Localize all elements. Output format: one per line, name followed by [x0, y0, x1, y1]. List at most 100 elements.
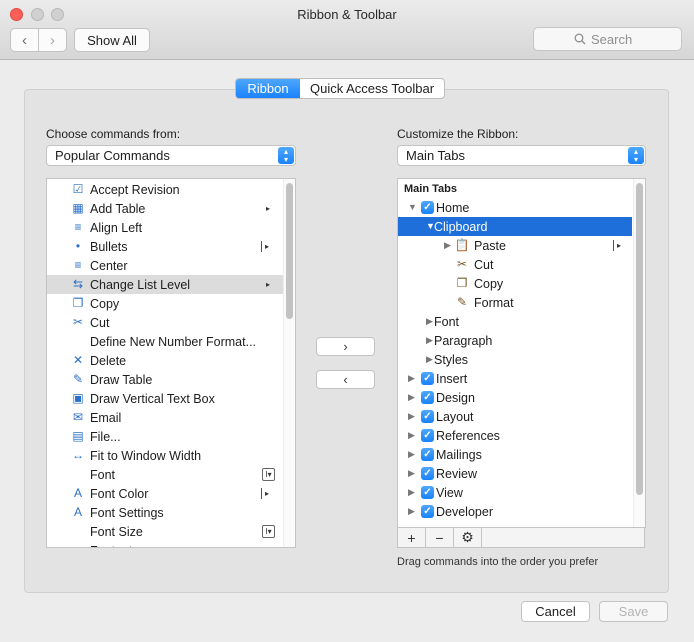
ribbon-tree-item[interactable]: ▶ ✓ Mailings	[398, 445, 632, 464]
tab-ribbon[interactable]: Ribbon	[236, 79, 300, 98]
command-list-item[interactable]: ≡ Center	[47, 256, 283, 275]
commands-list[interactable]: ☑ Accept Revision ▦ Add Table ▸ ≡ Align Left • B…	[46, 178, 296, 548]
ribbon-scroll-thumb[interactable]	[636, 183, 643, 495]
ribbon-tree-item[interactable]: ▼ Clipboard	[398, 217, 632, 236]
checkbox[interactable]: ✓	[421, 467, 434, 480]
ribbon-tree-item[interactable]: ▶ ✓ Review	[398, 464, 632, 483]
back-button[interactable]: ‹	[10, 28, 39, 52]
ribbon-tree-item[interactable]: ▼ ✓ Home	[398, 198, 632, 217]
command-list-item[interactable]: ▣ Draw Vertical Text Box	[47, 389, 283, 408]
disclosure-right-icon[interactable]: ▶	[408, 487, 415, 498]
commands-source-select[interactable]: Popular Commands ▴ ▾	[46, 145, 296, 166]
search-input[interactable]	[591, 31, 641, 47]
disclosure-right-icon[interactable]: ▶	[408, 430, 415, 441]
ribbon-tree-item[interactable]: ▶ Font	[398, 312, 632, 331]
draw-table-icon: ✎	[72, 372, 84, 386]
command-list-item[interactable]: Footnote	[47, 541, 283, 548]
list-level-icon: ⇆	[72, 277, 84, 291]
align-left-icon: ≡	[74, 220, 82, 234]
disclosure-right-icon[interactable]: ▶	[426, 335, 433, 346]
tab-settings-button[interactable]: ⚙	[454, 528, 482, 547]
command-list-item[interactable]: ≡ Align Left	[47, 218, 283, 237]
command-list-item[interactable]: ✉ Email	[47, 408, 283, 427]
command-list-item[interactable]: Define New Number Format...	[47, 332, 283, 351]
command-list-item[interactable]: ▦ Add Table ▸	[47, 199, 283, 218]
command-list-item[interactable]: A Font Settings	[47, 503, 283, 522]
ribbon-tree-item[interactable]: ❐ Copy	[398, 274, 632, 293]
disclosure-right-icon[interactable]: ▶	[426, 354, 433, 365]
ribbon-tree[interactable]: Main Tabs ▼ ✓ Home ▼ Clipboard ▶ 📋 Paste ▸ ✂ Cut ❐ C…	[397, 178, 646, 528]
copy-icon: ❐	[456, 276, 468, 290]
ribbon-tree-item[interactable]: ✂ Cut	[398, 255, 632, 274]
chevron-right-icon: ›	[50, 31, 55, 49]
remove-command-button[interactable]: ‹	[316, 370, 375, 389]
ribbon-tree-item[interactable]: ▶ ✓ Developer	[398, 502, 632, 521]
command-list-item[interactable]: ✕ Delete	[47, 351, 283, 370]
command-label: Font Size	[90, 524, 143, 539]
command-list-item[interactable]: ✎ Draw Table	[47, 370, 283, 389]
combo-box-icon: I▾	[262, 525, 275, 538]
disclosure-right-icon[interactable]: ▶	[408, 449, 415, 460]
ribbon-tree-item[interactable]: ▶ Styles	[398, 350, 632, 369]
disclosure-right-icon[interactable]: ▶	[408, 392, 415, 403]
ribbon-item-label: Copy	[474, 276, 504, 291]
commands-scroll-thumb[interactable]	[286, 183, 293, 319]
ribbon-tabs-select[interactable]: Main Tabs ▴ ▾	[397, 145, 646, 166]
ribbon-tree-item[interactable]: ▶ ✓ Insert	[398, 369, 632, 388]
disclosure-down-icon[interactable]: ▼	[408, 202, 417, 212]
command-list-item[interactable]: ✂ Cut	[47, 313, 283, 332]
select-arrows-icon: ▴ ▾	[628, 147, 644, 164]
commands-scrollbar[interactable]	[283, 179, 295, 547]
ribbon-tree-item[interactable]: ▶ ✓ References	[398, 426, 632, 445]
show-all-button[interactable]: Show All	[74, 28, 150, 52]
checkbox[interactable]: ✓	[421, 429, 434, 442]
ribbon-tree-item[interactable]: ✎ Format	[398, 293, 632, 312]
format-painter-icon: ✎	[456, 295, 468, 309]
ribbon-scrollbar[interactable]	[633, 179, 645, 527]
save-button[interactable]: Save	[599, 601, 668, 622]
cancel-button[interactable]: Cancel	[521, 601, 590, 622]
disclosure-right-icon[interactable]: ▶	[408, 468, 415, 479]
command-list-item[interactable]: Font I▾	[47, 465, 283, 484]
checkbox[interactable]: ✓	[421, 372, 434, 385]
window-title: Ribbon & Toolbar	[297, 7, 397, 22]
checkbox[interactable]: ✓	[421, 505, 434, 518]
forward-button[interactable]: ›	[38, 28, 67, 52]
disclosure-right-icon[interactable]: ▶	[408, 373, 415, 384]
ribbon-tree-item[interactable]: ▶ ✓ View	[398, 483, 632, 502]
disclosure-right-icon[interactable]: ▶	[444, 240, 451, 251]
command-list-item[interactable]: A Font Color ▸	[47, 484, 283, 503]
command-list-item[interactable]: • Bullets ▸	[47, 237, 283, 256]
remove-tab-button[interactable]: −	[426, 528, 454, 547]
ribbon-tree-item[interactable]: ▶ ✓ Layout	[398, 407, 632, 426]
command-list-item[interactable]: ⇆ Change List Level ▸	[47, 275, 283, 294]
checkbox[interactable]: ✓	[421, 201, 434, 214]
disclosure-right-icon[interactable]: ▶	[408, 506, 415, 517]
command-list-item[interactable]: ↔ Fit to Window Width	[47, 446, 283, 465]
ribbon-item-label: Paste	[474, 238, 506, 253]
add-command-button[interactable]: ›	[316, 337, 375, 356]
ribbon-item-label: Font	[434, 314, 460, 329]
command-label: Bullets	[90, 239, 128, 254]
disclosure-right-icon[interactable]: ▶	[426, 316, 433, 327]
checkbox[interactable]: ✓	[421, 486, 434, 499]
ribbon-tree-item[interactable]: ▶ Paragraph	[398, 331, 632, 350]
search-field[interactable]	[533, 27, 682, 51]
tab-quick-access-toolbar[interactable]: Quick Access Toolbar	[300, 79, 444, 98]
disclosure-right-icon[interactable]: ▶	[408, 411, 415, 422]
checkbox[interactable]: ✓	[421, 448, 434, 461]
chevron-left-icon: ‹	[22, 31, 27, 49]
command-list-item[interactable]: Font Size I▾	[47, 522, 283, 541]
command-list-item[interactable]: ❐ Copy	[47, 294, 283, 313]
ribbon-tree-item[interactable]: ▶ 📋 Paste ▸	[398, 236, 632, 255]
add-tab-button[interactable]: +	[398, 528, 426, 547]
ribbon-tree-item[interactable]: ▶ ✓ Design	[398, 388, 632, 407]
command-list-item[interactable]: ☑ Accept Revision	[47, 180, 283, 199]
command-label: Add Table	[90, 201, 146, 216]
command-label: Fit to Window Width	[90, 448, 202, 463]
checkbox[interactable]: ✓	[421, 391, 434, 404]
customize-ribbon-label: Customize the Ribbon:	[397, 127, 519, 141]
split-arrow-icon: ▸	[613, 240, 621, 251]
command-list-item[interactable]: ▤ File...	[47, 427, 283, 446]
checkbox[interactable]: ✓	[421, 410, 434, 423]
